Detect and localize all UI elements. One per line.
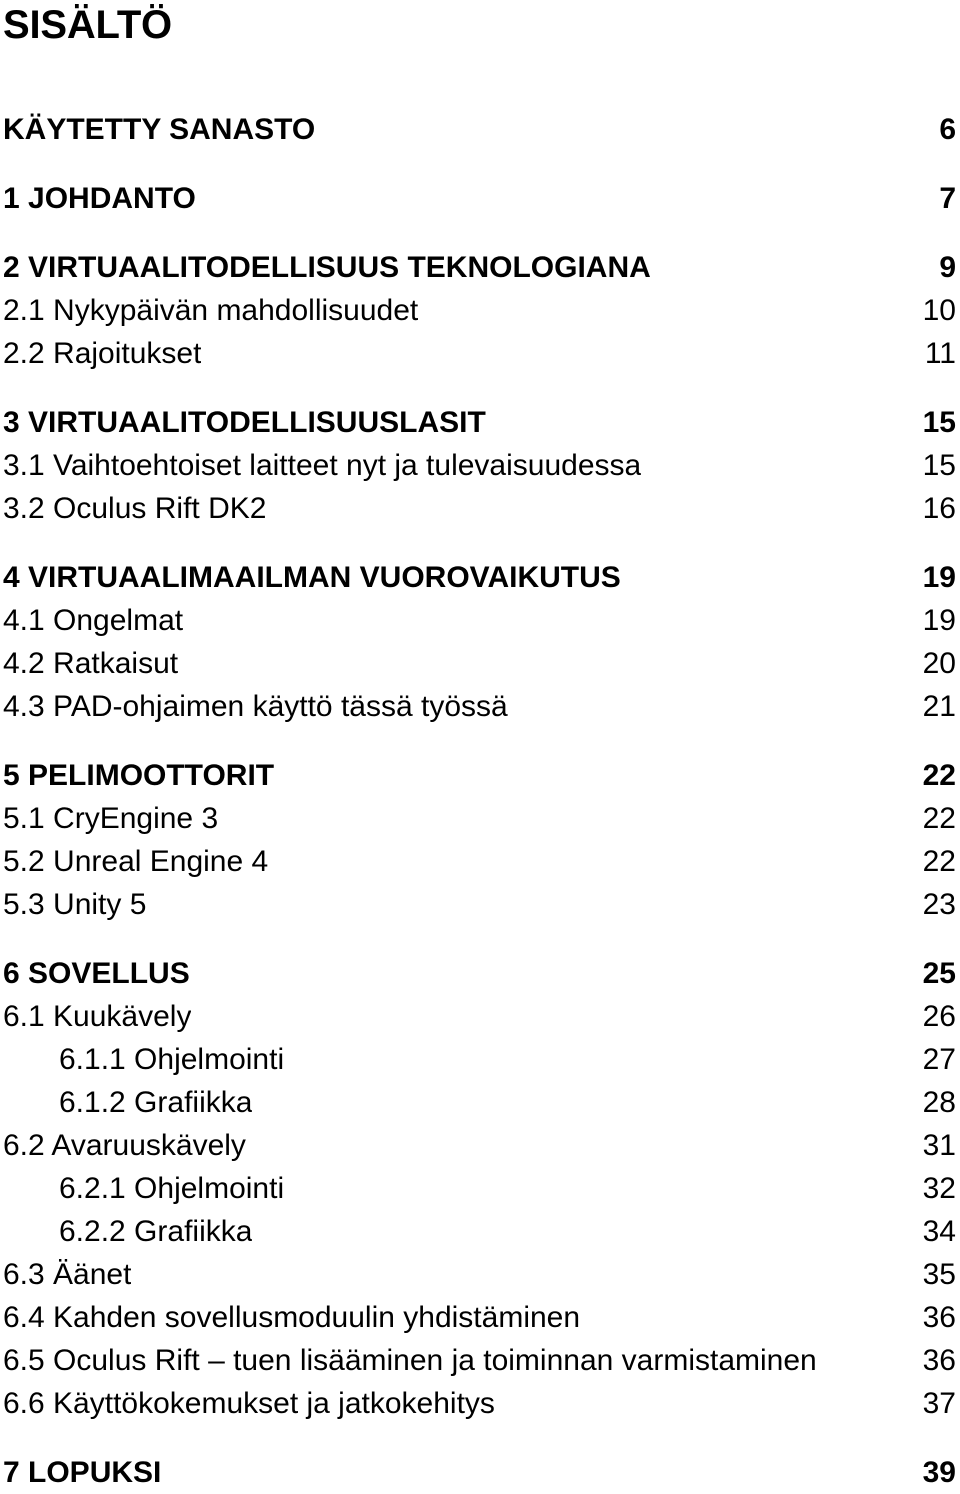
toc-entry-label: 5.2 Unreal Engine 4 [3, 845, 269, 878]
toc-entry-page-number: 22 [922, 845, 956, 878]
document-page: SISÄLTÖ KÄYTETTY SANASTO 6 1 JOHDANTO 7 2 VI… [0, 0, 960, 1489]
page-title: SISÄLTÖ [3, 3, 172, 47]
toc-entry[interactable]: 6 SOVELLUS 25 [3, 952, 956, 995]
toc-entry-label: 6.2.1 Ohjelmointi [59, 1172, 285, 1205]
toc-entry-label: 6.2 Avaruuskävely [3, 1129, 246, 1162]
toc-entry[interactable]: 5.3 Unity 5 23 [3, 883, 956, 926]
toc-entry[interactable]: 5.2 Unreal Engine 4 22 [3, 840, 956, 883]
toc-entry-page-number: 11 [924, 337, 956, 370]
toc-entry[interactable]: 6.1.1 Ohjelmointi 27 [3, 1038, 956, 1081]
toc-entry-label: 5.1 CryEngine 3 [3, 802, 219, 835]
toc-entry[interactable]: 6.1 Kuukävely 26 [3, 995, 956, 1038]
toc-entry-page-number: 25 [922, 957, 956, 990]
toc-entry-label: 6.6 Käyttökokemukset ja jatkokehitys [3, 1387, 495, 1420]
toc-entry-page-number: 22 [922, 759, 956, 792]
toc-entry[interactable]: 6.2.1 Ohjelmointi 32 [3, 1167, 956, 1210]
table-of-contents: KÄYTETTY SANASTO 6 1 JOHDANTO 7 2 VIRTUAALIT… [3, 108, 956, 1494]
toc-entry-page-number: 19 [922, 604, 956, 637]
toc-entry-page-number: 7 [939, 182, 956, 215]
toc-entry-label: 3 VIRTUAALITODELLISUUSLASIT [3, 406, 486, 439]
toc-entry-label: 2.1 Nykypäivän mahdollisuudet [3, 294, 419, 327]
toc-entry[interactable]: 6.4 Kahden sovellusmoduulin yhdistäminen… [3, 1296, 956, 1339]
toc-entry-label: 1 JOHDANTO [3, 182, 196, 215]
toc-entry-label: 5.3 Unity 5 [3, 888, 147, 921]
toc-entry[interactable]: 6.6 Käyttökokemukset ja jatkokehitys 37 [3, 1382, 956, 1425]
toc-entry-label: 4.2 Ratkaisut [3, 647, 179, 680]
toc-entry-page-number: 6 [939, 113, 956, 146]
toc-entry-label: 3.1 Vaihtoehtoiset laitteet nyt ja tulev… [3, 449, 642, 482]
toc-entry-label: 6.1.2 Grafiikka [59, 1086, 253, 1119]
toc-entry[interactable]: 3.2 Oculus Rift DK2 16 [3, 487, 956, 530]
toc-entry-label: 6.2.2 Grafiikka [59, 1215, 253, 1248]
toc-entry-label: KÄYTETTY SANASTO [3, 113, 316, 146]
toc-entry-label: 4 VIRTUAALIMAAILMAN VUOROVAIKUTUS [3, 561, 621, 594]
toc-entry-page-number: 39 [922, 1456, 956, 1489]
toc-entry-page-number: 36 [922, 1301, 956, 1334]
toc-entry-label: 6.3 Äänet [3, 1258, 132, 1291]
toc-entry-page-number: 31 [922, 1129, 956, 1162]
toc-entry-page-number: 34 [922, 1215, 956, 1248]
toc-entry-page-number: 28 [922, 1086, 956, 1119]
toc-entry[interactable]: 6.3 Äänet 35 [3, 1253, 956, 1296]
toc-entry-page-number: 35 [922, 1258, 956, 1291]
toc-entry-label: 6 SOVELLUS [3, 957, 190, 990]
toc-entry[interactable]: 6.2 Avaruuskävely 31 [3, 1124, 956, 1167]
toc-entry[interactable]: 4 VIRTUAALIMAAILMAN VUOROVAIKUTUS 19 [3, 556, 956, 599]
toc-entry-page-number: 20 [922, 647, 956, 680]
toc-entry-label: 2 VIRTUAALITODELLISUUS TEKNOLOGIANA [3, 251, 651, 284]
toc-entry-page-number: 32 [922, 1172, 956, 1205]
toc-entry[interactable]: 2.1 Nykypäivän mahdollisuudet 10 [3, 289, 956, 332]
toc-entry-label: 7 LOPUKSI [3, 1456, 162, 1489]
toc-entry[interactable]: 7 LOPUKSI 39 [3, 1451, 956, 1494]
toc-entry-label: 6.1.1 Ohjelmointi [59, 1043, 285, 1076]
toc-entry-page-number: 23 [922, 888, 956, 921]
toc-entry-page-number: 27 [922, 1043, 956, 1076]
toc-entry[interactable]: KÄYTETTY SANASTO 6 [3, 108, 956, 151]
toc-entry-page-number: 19 [922, 561, 956, 594]
toc-entry[interactable]: 3 VIRTUAALITODELLISUUSLASIT 15 [3, 401, 956, 444]
toc-entry[interactable]: 1 JOHDANTO 7 [3, 177, 956, 220]
toc-entry-page-number: 9 [939, 251, 956, 284]
toc-entry-page-number: 22 [922, 802, 956, 835]
toc-entry-label: 5 PELIMOOTTORIT [3, 759, 275, 792]
toc-entry-label: 6.4 Kahden sovellusmoduulin yhdistäminen [3, 1301, 581, 1334]
toc-entry-page-number: 37 [922, 1387, 956, 1420]
toc-entry[interactable]: 6.1.2 Grafiikka 28 [3, 1081, 956, 1124]
toc-entry-page-number: 21 [922, 690, 956, 723]
toc-entry-label: 4.1 Ongelmat [3, 604, 184, 637]
toc-entry-label: 4.3 PAD-ohjaimen käyttö tässä työssä [3, 690, 508, 723]
toc-entry-label: 2.2 Rajoitukset [3, 337, 202, 370]
toc-entry-label: 6.1 Kuukävely [3, 1000, 192, 1033]
toc-entry[interactable]: 5 PELIMOOTTORIT 22 [3, 754, 956, 797]
toc-entry[interactable]: 5.1 CryEngine 3 22 [3, 797, 956, 840]
toc-entry[interactable]: 6.2.2 Grafiikka 34 [3, 1210, 956, 1253]
toc-entry[interactable]: 4.3 PAD-ohjaimen käyttö tässä työssä 21 [3, 685, 956, 728]
toc-entry-page-number: 10 [922, 294, 956, 327]
toc-entry-page-number: 16 [922, 492, 956, 525]
toc-entry-page-number: 15 [922, 449, 956, 482]
toc-entry-label: 6.5 Oculus Rift – tuen lisääminen ja toi… [3, 1344, 817, 1377]
toc-entry-page-number: 15 [922, 406, 956, 439]
toc-entry[interactable]: 2.2 Rajoitukset 11 [3, 332, 956, 375]
toc-entry[interactable]: 4.2 Ratkaisut 20 [3, 642, 956, 685]
toc-entry[interactable]: 4.1 Ongelmat 19 [3, 599, 956, 642]
toc-entry[interactable]: 2 VIRTUAALITODELLISUUS TEKNOLOGIANA 9 [3, 246, 956, 289]
toc-entry[interactable]: 3.1 Vaihtoehtoiset laitteet nyt ja tulev… [3, 444, 956, 487]
toc-entry-page-number: 36 [922, 1344, 956, 1377]
toc-entry-label: 3.2 Oculus Rift DK2 [3, 492, 267, 525]
toc-entry-page-number: 26 [922, 1000, 956, 1033]
toc-entry[interactable]: 6.5 Oculus Rift – tuen lisääminen ja toi… [3, 1339, 956, 1382]
